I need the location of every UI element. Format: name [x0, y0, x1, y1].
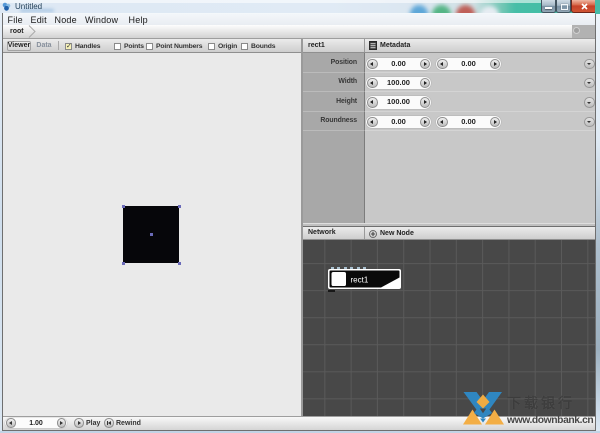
svg-text:rect1: rect1 — [351, 276, 369, 285]
